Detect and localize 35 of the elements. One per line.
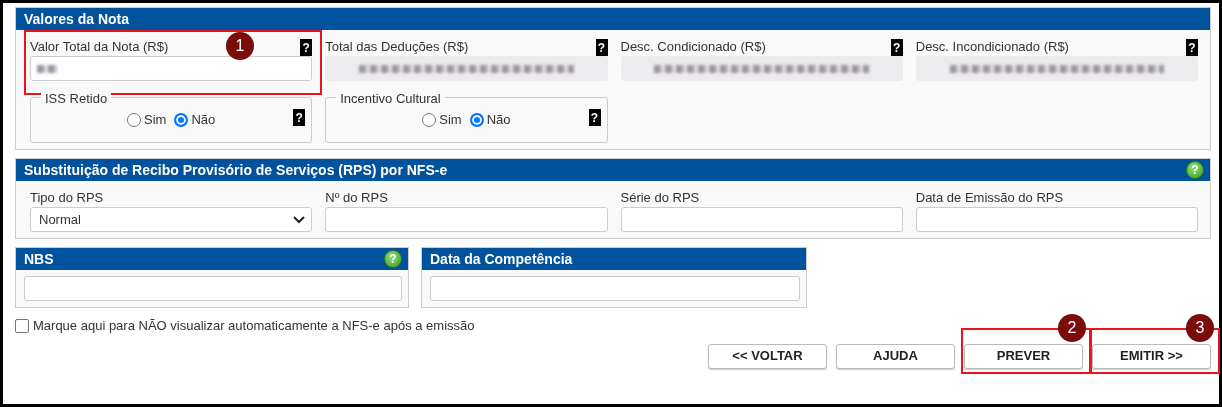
help-icon[interactable]: ? <box>293 109 306 126</box>
input-field[interactable] <box>30 56 313 81</box>
input-field[interactable] <box>915 207 1198 232</box>
checkbox-option[interactable]: Marque aqui para NÃO visualizar automaticamente a NFS-e após a emissão <box>15 316 475 336</box>
radio-option[interactable]: Não <box>469 110 511 130</box>
field-label: Desc. Incondicionado (R$) <box>915 37 1069 56</box>
radio-option[interactable]: Sim <box>127 110 167 130</box>
field-label: Tipo do RPS <box>30 188 104 207</box>
field-label: Valor Total da Nota (R$) <box>30 37 169 56</box>
section-title: Substituição de Recibo Provisório de Serviços (RPS) por NFS-e <box>24 160 448 180</box>
form-button[interactable]: << VOLTAR <box>708 343 827 369</box>
radio-option[interactable]: Sim <box>422 110 462 130</box>
step-badge: 2 <box>1058 313 1086 342</box>
form-button[interactable]: AJUDA <box>836 343 955 369</box>
form-button[interactable]: EMITIR >> <box>1092 343 1211 369</box>
input-field[interactable] <box>325 207 608 232</box>
input-field[interactable] <box>430 276 800 301</box>
field-label: Desc. Condicionado (R$) <box>620 37 766 56</box>
input-field[interactable] <box>620 207 903 232</box>
chevron-down-icon <box>293 215 306 224</box>
field-label: Total das Deduções (R$) <box>325 37 469 56</box>
form-button[interactable]: PREVER <box>964 343 1083 369</box>
select-field[interactable]: Normal <box>30 207 313 232</box>
section-title: Data da Competência <box>430 249 573 269</box>
section-title: NBS <box>24 249 54 269</box>
section-title: Valores da Nota <box>24 9 130 29</box>
radio-option[interactable]: Não <box>174 110 216 130</box>
input-field[interactable] <box>24 276 402 301</box>
field-label: Série do RPS <box>620 188 700 207</box>
step-badge: 3 <box>1186 313 1214 342</box>
help-icon[interactable]: ? <box>588 109 601 126</box>
help-icon[interactable]: ? <box>300 39 313 56</box>
step-badge: 1 <box>226 32 254 60</box>
field-label: Data de Emissão do RPS <box>915 188 1064 207</box>
field-label: Nº do RPS <box>325 188 388 207</box>
